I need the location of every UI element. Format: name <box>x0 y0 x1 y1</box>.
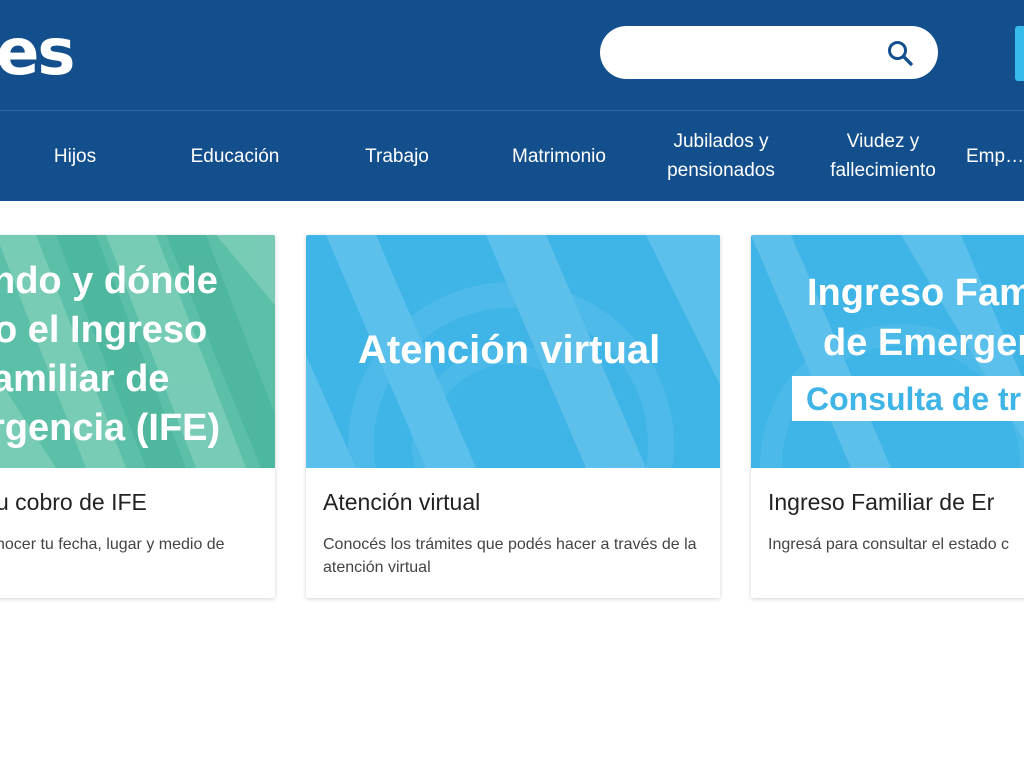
card-description: Conocés los trámites que podés hacer a t… <box>323 536 697 576</box>
nav-item-trabajo[interactable]: Trabajo <box>322 111 472 201</box>
card-description: Ingresá para consultar el estado c <box>768 536 1010 553</box>
site-header: es <box>0 0 1024 110</box>
site-logo[interactable]: es <box>0 18 75 88</box>
nav-item-jubilados[interactable]: Jubilados y pensionados <box>646 111 796 201</box>
banner-tag-box: Consulta de tr <box>792 376 1024 421</box>
nav-item-viudez[interactable]: Viudez y fallecimiento <box>808 111 958 201</box>
card-atencion-virtual[interactable]: Atención virtual Atención virtual Conocé… <box>306 235 720 598</box>
card-banner-image: Ingreso Fam de Emerger Consulta de tr <box>751 235 1024 468</box>
banner-line: amiliar de <box>0 358 170 400</box>
header-action-button[interactable] <box>1015 26 1024 81</box>
nav-item-educacion[interactable]: Educación <box>160 111 310 201</box>
banner-line: o el Ingreso <box>0 309 208 351</box>
card-ife-consulta[interactable]: Ingreso Fam de Emerger Consulta de tr In… <box>751 235 1024 598</box>
card-banner-image: Atención virtual <box>306 235 720 468</box>
nav-item-hijos[interactable]: Hijos <box>0 111 150 201</box>
banner-line: de Emerger <box>823 322 1024 364</box>
card-ife-cobro[interactable]: ndo y dónde o el Ingreso amiliar de rgen… <box>0 235 275 598</box>
nav-item-matrimonio[interactable]: Matrimonio <box>484 111 634 201</box>
card-title: Atención virtual <box>323 489 481 515</box>
card-description: nocer tu fecha, lugar y medio de <box>0 536 225 553</box>
banner-line: rgencia (IFE) <box>0 407 221 449</box>
banner-heading: Atención virtual <box>358 328 661 372</box>
card-title: u cobro de IFE <box>0 489 147 515</box>
search-bar[interactable] <box>600 26 938 79</box>
nav-item-empleadores[interactable]: Emp… org… <box>960 111 1024 201</box>
card-title: Ingreso Familiar de Er <box>768 489 995 515</box>
card-banner-image: ndo y dónde o el Ingreso amiliar de rgen… <box>0 235 275 468</box>
banner-line: Ingreso Fam <box>807 272 1024 314</box>
search-icon[interactable] <box>886 39 914 67</box>
category-nav: Hijos Educación Trabajo Matrimonio Jubil… <box>0 110 1024 201</box>
banner-line: ndo y dónde <box>0 260 218 302</box>
banner-tag: Consulta de tr <box>806 381 1022 417</box>
